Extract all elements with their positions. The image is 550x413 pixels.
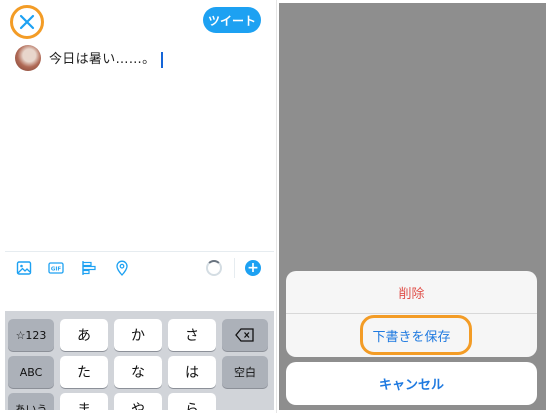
key-ha[interactable]: は — [168, 356, 216, 388]
key-ka[interactable]: か — [114, 319, 162, 351]
compose-toolbar: GIF + — [5, 251, 274, 283]
dimmed-overlay: 削除 下書きを保存 キャンセル — [279, 3, 546, 410]
key-ra[interactable]: ら — [168, 393, 216, 410]
key-ma[interactable]: ま — [60, 393, 108, 410]
key-sa[interactable]: さ — [168, 319, 216, 351]
plus-icon: + — [247, 260, 259, 276]
toolbar-divider — [234, 258, 235, 278]
key-backspace[interactable] — [222, 319, 268, 351]
character-counter — [206, 260, 222, 276]
close-icon — [19, 14, 35, 30]
text-caret — [161, 51, 164, 68]
close-button[interactable] — [10, 5, 44, 39]
avatar — [15, 45, 41, 71]
keyboard: ☆123 あ か さ ABC た な は 空白 あいう ま や ら — [5, 311, 274, 410]
poll-icon[interactable] — [81, 260, 97, 276]
key-a[interactable]: あ — [60, 319, 108, 351]
compose-screen: ツイート 今日は暑い……。 GIF + ☆123 あ か さ ABC た な は — [5, 3, 274, 410]
location-icon[interactable] — [114, 260, 130, 276]
compose-row: 今日は暑い……。 — [15, 45, 164, 71]
cancel-button[interactable]: キャンセル — [286, 362, 537, 405]
key-symbols[interactable]: ☆123 — [8, 319, 54, 351]
svg-text:GIF: GIF — [51, 267, 62, 273]
key-kana[interactable]: あいう — [8, 393, 54, 410]
add-tweet-button[interactable]: + — [245, 260, 261, 276]
image-icon[interactable] — [16, 260, 32, 276]
key-ta[interactable]: た — [60, 356, 108, 388]
action-sheet: 削除 下書きを保存 — [286, 271, 537, 357]
panel-divider — [276, 0, 277, 413]
delete-button[interactable]: 削除 — [286, 271, 537, 314]
key-ya[interactable]: や — [114, 393, 162, 410]
tweet-button[interactable]: ツイート — [203, 7, 261, 33]
gif-icon[interactable]: GIF — [48, 260, 64, 276]
compose-text: 今日は暑い……。 — [49, 52, 156, 68]
key-abc[interactable]: ABC — [8, 356, 54, 388]
backspace-icon — [235, 328, 254, 342]
compose-input[interactable]: 今日は暑い……。 — [49, 48, 164, 68]
key-na[interactable]: な — [114, 356, 162, 388]
save-draft-button[interactable]: 下書きを保存 — [286, 314, 537, 357]
key-space[interactable]: 空白 — [222, 356, 268, 388]
